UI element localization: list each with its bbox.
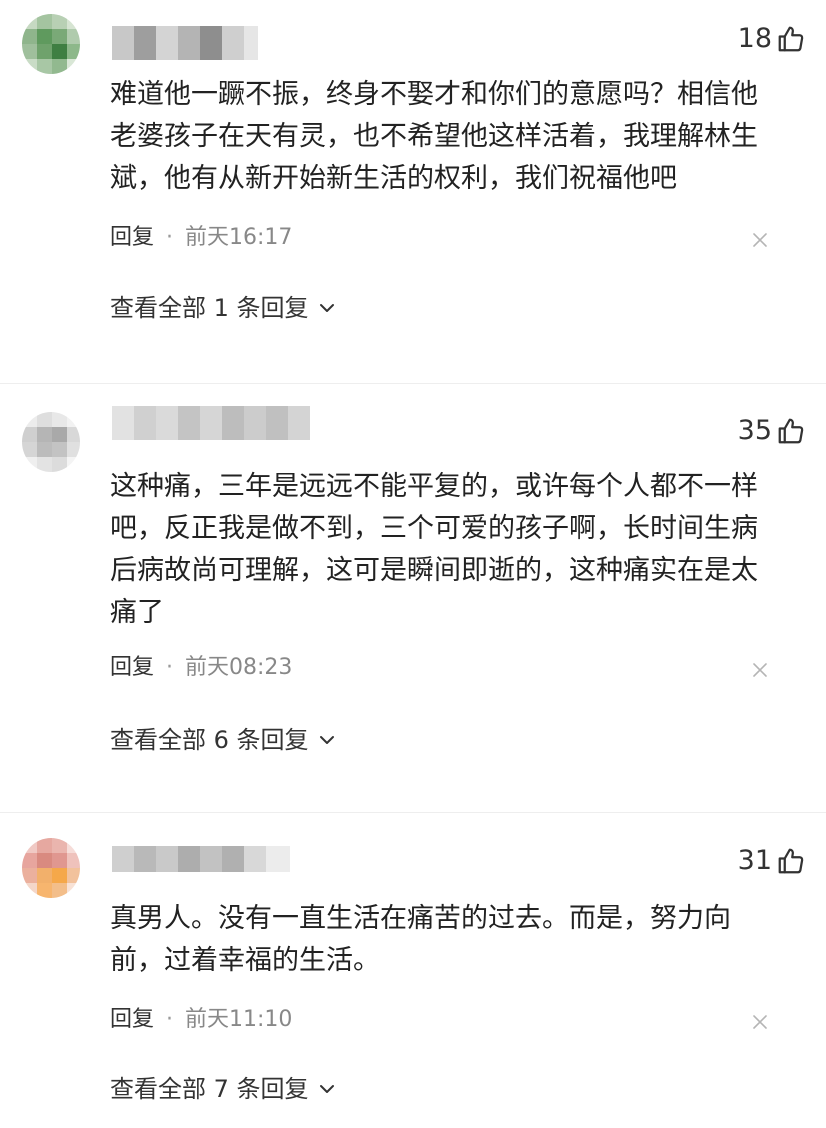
chevron-down-icon xyxy=(319,304,334,312)
close-icon[interactable] xyxy=(752,1014,768,1030)
reply-button[interactable]: 回复 xyxy=(110,1007,154,1032)
comment-meta: 回复 · 前天11:10 xyxy=(110,1006,292,1034)
username-redacted[interactable] xyxy=(112,846,290,872)
chevron-down-icon xyxy=(319,1085,334,1093)
view-replies-label: 查看全部 1 条回复 xyxy=(110,294,309,322)
divider xyxy=(0,383,826,384)
separator-dot: · xyxy=(166,655,174,680)
comment-text: 难道他一蹶不振，终身不娶才和你们的意愿吗？相信他老婆孩子在天有灵，也不希望他这样… xyxy=(110,79,758,194)
chevron-down-icon xyxy=(319,736,334,744)
like-count: 31 xyxy=(737,845,772,876)
reply-button[interactable]: 回复 xyxy=(110,655,154,680)
close-icon[interactable] xyxy=(752,232,768,248)
separator-dot: · xyxy=(166,1007,174,1032)
comment-meta: 回复 · 前天16:17 xyxy=(110,224,292,252)
divider xyxy=(0,812,826,813)
comment-text: 这种痛，三年是远远不能平复的，或许每个人都不一样吧，反正我是做不到，三个可爱的孩… xyxy=(110,471,758,628)
close-icon[interactable] xyxy=(752,662,768,678)
comment-item: 18 难道他一蹶不振，终身不娶才和你们的意愿吗？相信他老婆孩子在天有灵，也不希望… xyxy=(0,0,826,380)
timestamp: 前天08:23 xyxy=(185,655,293,680)
thumbs-up-icon[interactable] xyxy=(776,416,806,446)
username-redacted[interactable] xyxy=(112,406,310,440)
reply-button[interactable]: 回复 xyxy=(110,225,154,250)
avatar[interactable] xyxy=(22,14,80,74)
view-replies-link[interactable]: 查看全部 1 条回复 xyxy=(110,293,335,323)
view-replies-link[interactable]: 查看全部 6 条回复 xyxy=(110,725,335,755)
separator-dot: · xyxy=(166,225,174,250)
username-redacted[interactable] xyxy=(112,26,258,60)
like-count: 18 xyxy=(737,23,772,54)
comment-meta: 回复 · 前天08:23 xyxy=(110,654,292,682)
avatar[interactable] xyxy=(22,838,80,898)
avatar[interactable] xyxy=(22,412,80,472)
timestamp: 前天16:17 xyxy=(185,225,293,250)
view-replies-label: 查看全部 6 条回复 xyxy=(110,726,309,754)
timestamp: 前天11:10 xyxy=(185,1007,293,1032)
view-replies-link[interactable]: 查看全部 7 条回复 xyxy=(110,1074,335,1104)
view-replies-label: 查看全部 7 条回复 xyxy=(110,1075,309,1103)
like-count: 35 xyxy=(737,415,772,446)
comment-text: 真男人。没有一直生活在痛苦的过去。而是，努力向前，过着幸福的生活。 xyxy=(110,903,731,976)
thumbs-up-icon[interactable] xyxy=(776,24,806,54)
thumbs-up-icon[interactable] xyxy=(776,846,806,876)
